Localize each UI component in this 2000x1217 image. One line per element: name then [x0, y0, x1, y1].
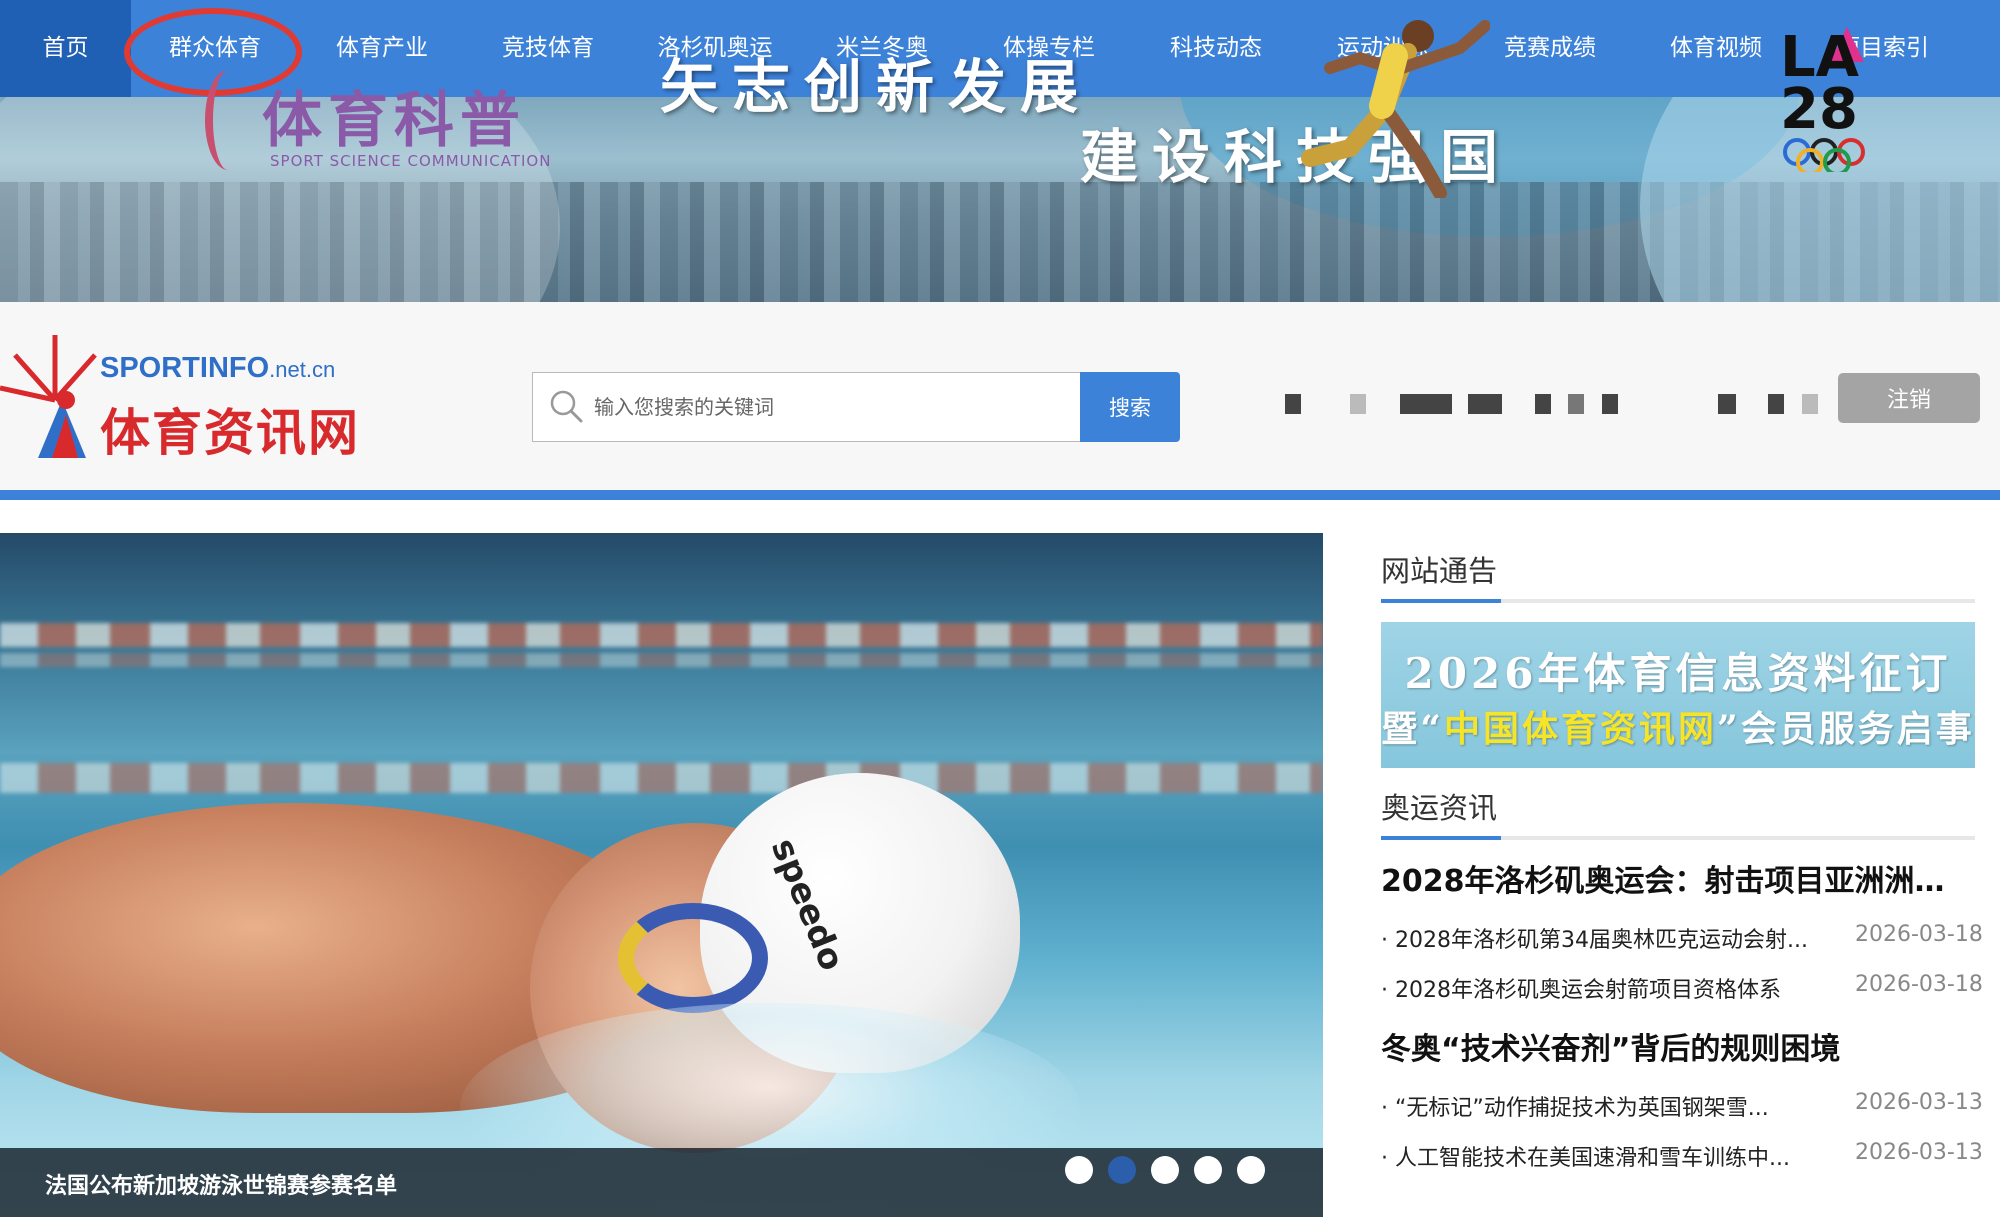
logo-burst-icon: [0, 335, 97, 458]
logo-cn[interactable]: 体育资讯网: [100, 393, 360, 465]
news-item[interactable]: · 2028年洛杉矶奥运会射箭项目资格体系: [1381, 972, 1821, 1004]
logo-en[interactable]: SPORTINFO.net.cn: [100, 352, 335, 385]
olympics-headline-2[interactable]: 冬奥“技术兴奋剂”背后的规则困境: [1381, 1024, 1971, 1068]
banner-brand-en: SPORT SCIENCE COMMUNICATION: [270, 152, 552, 170]
news-date: 2026-03-18: [1855, 972, 1983, 997]
search-input[interactable]: [594, 378, 1064, 436]
notice-section-title[interactable]: 网站通告: [1381, 548, 1497, 590]
banner-slogan-1: 矢志创新发展: [660, 53, 1093, 121]
blurred-user-info: [1285, 394, 1301, 414]
logout-button[interactable]: 注销: [1838, 373, 1980, 423]
olympics-headline-1[interactable]: 2028年洛杉矶奥运会：射击项目亚洲洲际...: [1381, 856, 1971, 900]
logo-en-main: SPORTINFO: [100, 352, 270, 384]
news-date: 2026-03-18: [1855, 922, 1983, 947]
nav-item-home[interactable]: 首页: [0, 0, 131, 97]
olympics-title-underline: [1381, 836, 1501, 840]
olympics-section-title[interactable]: 奥运资讯: [1381, 785, 1497, 827]
hero-carousel[interactable]: speedo: [0, 533, 1323, 1217]
la28-mark: LA28: [1780, 25, 1860, 142]
notice-image-line-1: 2026年体育信息资料征订: [1404, 649, 1952, 698]
logo-en-suffix: .net.cn: [269, 357, 336, 382]
notice-image-line-2: 暨“中国体育资讯网”会员服务启事: [1381, 708, 1975, 750]
runner-figure-icon: [1301, 20, 1490, 198]
goggles-icon: [618, 903, 768, 1013]
carousel-dot-2[interactable]: [1108, 1156, 1136, 1184]
search-icon: [550, 390, 583, 423]
science-logo-icon: [205, 70, 251, 170]
nav-item-results[interactable]: 竞赛成绩: [1467, 0, 1633, 97]
nav-item-tech-news[interactable]: 科技动态: [1133, 0, 1299, 97]
notice-title-underline: [1381, 599, 1501, 603]
news-date: 2026-03-13: [1855, 1090, 1983, 1115]
carousel-dot-5[interactable]: [1237, 1156, 1265, 1184]
header-divider: [0, 490, 2000, 500]
search-button[interactable]: 搜索: [1080, 372, 1180, 442]
news-date: 2026-03-13: [1855, 1140, 1983, 1165]
news-item[interactable]: · 2028年洛杉矶第34届奥林匹克运动会射...: [1381, 922, 1821, 954]
banner-brand: 体育科普: [262, 86, 526, 156]
carousel-dot-1[interactable]: [1065, 1156, 1093, 1184]
hero-caption[interactable]: 法国公布新加坡游泳世锦赛参赛名单: [45, 1168, 397, 1200]
carousel-dot-3[interactable]: [1151, 1156, 1179, 1184]
carousel-dot-4[interactable]: [1194, 1156, 1222, 1184]
news-item[interactable]: · 人工智能技术在美国速滑和雪车训练中...: [1381, 1140, 1821, 1172]
news-item[interactable]: · “无标记”动作捕捉技术为英国钢架雪...: [1381, 1090, 1821, 1122]
